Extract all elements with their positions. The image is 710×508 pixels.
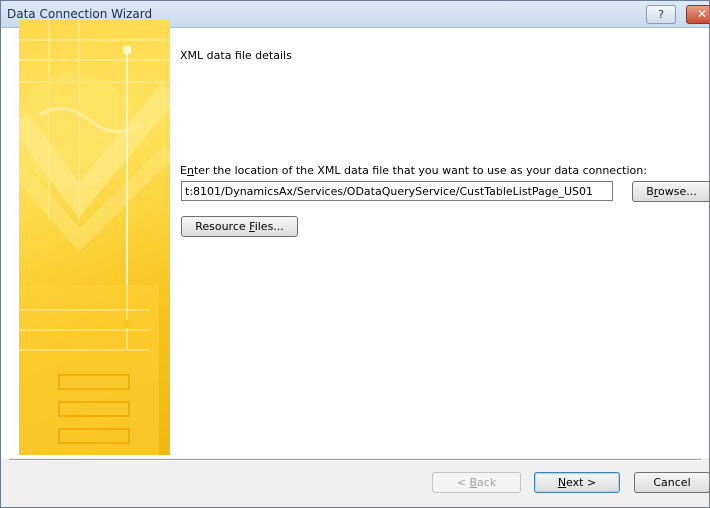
cancel-button[interactable]: Cancel xyxy=(634,472,709,493)
help-button[interactable]: ? xyxy=(646,5,676,24)
decorative-art-icon xyxy=(19,20,170,455)
next-button[interactable]: Next > xyxy=(534,472,620,493)
close-button[interactable]: ✕ xyxy=(686,5,709,24)
back-button[interactable]: < Back xyxy=(432,472,521,493)
help-icon: ? xyxy=(658,8,664,21)
wizard-side-art xyxy=(19,20,170,455)
location-prompt: Enter the location of the XML data file … xyxy=(180,164,647,177)
close-icon: ✕ xyxy=(696,7,708,21)
wizard-window: Data Connection Wizard ? ✕ XML data file… xyxy=(0,0,710,508)
browse-button[interactable]: Browse... xyxy=(632,181,709,202)
window-title: Data Connection Wizard xyxy=(7,7,153,21)
step-heading: XML data file details xyxy=(180,49,292,62)
xml-location-input[interactable]: t:8101/DynamicsAx/Services/ODataQuerySer… xyxy=(181,181,613,201)
resource-files-button[interactable]: Resource Files... xyxy=(181,216,298,237)
